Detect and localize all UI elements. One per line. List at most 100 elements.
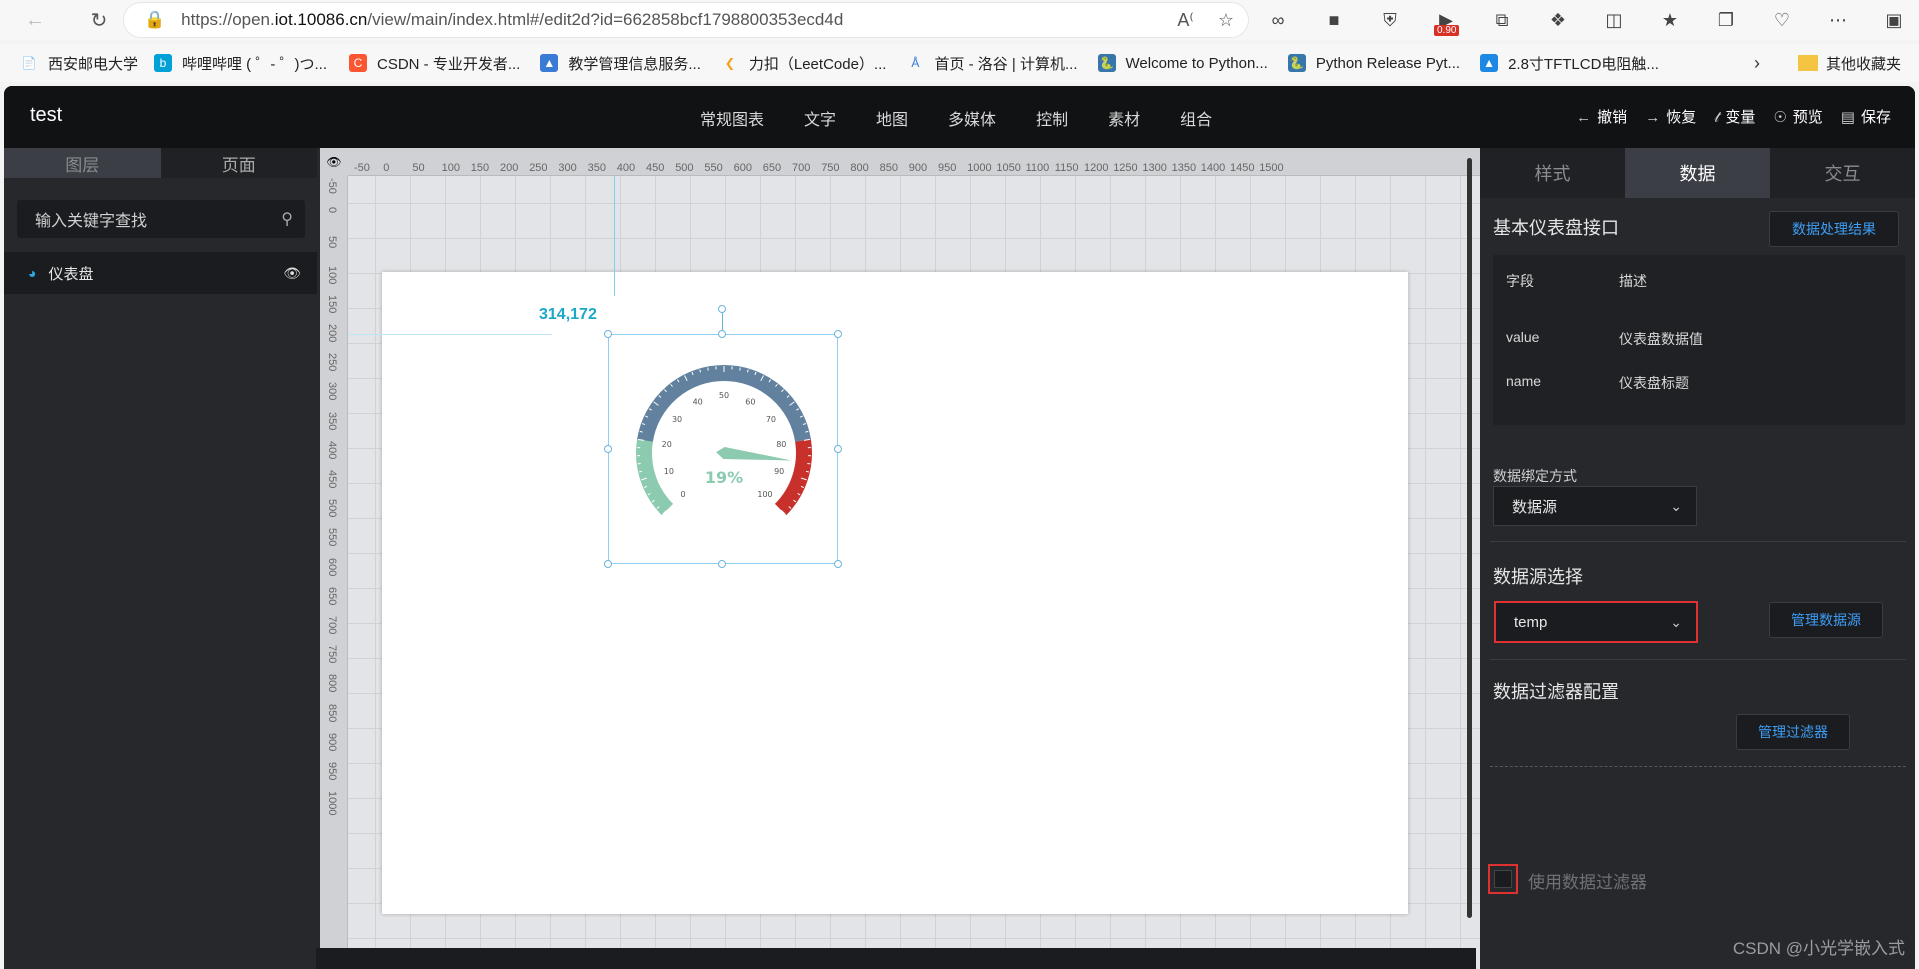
save-button[interactable]: ▤ 保存 bbox=[1841, 106, 1891, 127]
binding-select[interactable]: 数据源 ⌄ bbox=[1493, 486, 1697, 526]
bookmark-5[interactable]: Å 首页 - 洛谷 | 计算机... bbox=[906, 53, 1077, 74]
resize-handle-bl[interactable] bbox=[604, 560, 612, 568]
sidebar-toggle-icon[interactable]: ▣ bbox=[1880, 6, 1908, 34]
ruler-tick: 1000 bbox=[967, 162, 992, 174]
preview-button[interactable]: ☉ 预览 bbox=[1773, 106, 1822, 127]
source-select[interactable]: temp ⌄ bbox=[1494, 601, 1698, 643]
split-screen-icon[interactable]: ◫ bbox=[1600, 6, 1628, 34]
gauge-label: 50 bbox=[719, 391, 729, 400]
filter-title: 数据过滤器配置 bbox=[1493, 682, 1619, 702]
menu-common-charts[interactable]: 常规图表 bbox=[700, 106, 764, 130]
tab-data[interactable]: 数据 bbox=[1625, 148, 1770, 198]
bookmark-0[interactable]: 📄 西安邮电大学 bbox=[20, 53, 139, 74]
tab-pages[interactable]: 页面 bbox=[160, 148, 317, 178]
bilibili-icon: b bbox=[154, 54, 173, 72]
collections-icon[interactable]: ❐ bbox=[1712, 6, 1740, 34]
menu-control[interactable]: 控制 bbox=[1036, 106, 1068, 130]
rotate-handle[interactable] bbox=[718, 305, 726, 313]
other-bookmarks[interactable]: 其他收藏夹 bbox=[1797, 53, 1901, 74]
resize-handle-tl[interactable] bbox=[604, 330, 612, 338]
menu-map[interactable]: 地图 bbox=[876, 106, 908, 130]
back-icon[interactable]: ← bbox=[18, 3, 52, 37]
divider bbox=[1490, 659, 1906, 660]
tab-style[interactable]: 样式 bbox=[1480, 148, 1625, 198]
bookmark-8[interactable]: ▲ 2.8寸TFTLCD电阻触... bbox=[1480, 53, 1659, 74]
ruler-eye-icon[interactable]: 👁 bbox=[320, 148, 348, 176]
bookmark-2[interactable]: C CSDN - 专业开发者... bbox=[349, 53, 520, 74]
process-result-button[interactable]: 数据处理结果 bbox=[1769, 211, 1899, 247]
ruler-tick: 400 bbox=[616, 162, 636, 174]
bookmark-3[interactable]: ▲ 教学管理信息服务... bbox=[540, 53, 701, 74]
favorite-star-icon[interactable]: ☆ bbox=[1218, 10, 1234, 31]
undo-button[interactable]: ← 撤销 bbox=[1576, 106, 1627, 127]
address-bar[interactable]: 🔒 https://open. iot.10086.cn/view/main/in… bbox=[124, 3, 1248, 37]
bookmark-7[interactable]: 🐍 Python Release Pyt... bbox=[1287, 54, 1460, 72]
design-canvas[interactable]: -50 0 50 100 150 200 250 300 350 400 450 500 550 600 6… bbox=[320, 148, 1480, 969]
binding-value: 数据源 bbox=[1512, 498, 1558, 516]
ruler-tick: 650 bbox=[762, 162, 782, 174]
extensions-puzzle-icon[interactable]: ❖ bbox=[1544, 6, 1572, 34]
bookmarks-bar: 📄 西安邮电大学 b 哔哩哔哩 ( ゜- ゜)つ... C CSDN - 专业开… bbox=[0, 44, 1919, 82]
layer-label: 仪表盘 bbox=[48, 265, 94, 283]
page-board[interactable] bbox=[382, 272, 1408, 914]
ruler-tick: 100 bbox=[326, 265, 338, 284]
layer-item-gauge[interactable]: ◕ 仪表盘 👁 bbox=[4, 252, 317, 294]
resize-handle-tr[interactable] bbox=[834, 330, 842, 338]
extension-copy-icon[interactable]: ⧉ bbox=[1488, 6, 1516, 34]
gauge-icon: ◕ bbox=[28, 265, 37, 281]
refresh-icon[interactable]: ↻ bbox=[82, 3, 116, 37]
extension-play-icon[interactable]: ▶ 0.90 bbox=[1432, 6, 1460, 36]
csdn-icon: C bbox=[349, 54, 368, 72]
ruler-tick: 700 bbox=[792, 162, 811, 174]
ruler-tick: 450 bbox=[326, 470, 338, 489]
tab-layers[interactable]: 图层 bbox=[4, 148, 161, 178]
chevron-right-icon[interactable]: › bbox=[1754, 53, 1760, 74]
redo-button[interactable]: → 恢复 bbox=[1645, 106, 1696, 127]
ruler-tick: 0 bbox=[326, 207, 338, 214]
bookmark-6[interactable]: 🐍 Welcome to Python... bbox=[1097, 54, 1268, 72]
ruler-tick: 850 bbox=[879, 162, 898, 174]
layer-search-input[interactable]: 输入关键字查找 ⚲ bbox=[17, 200, 305, 238]
tab-interaction[interactable]: 交互 bbox=[1770, 148, 1915, 198]
folder-icon bbox=[1797, 55, 1818, 71]
variable-button[interactable]: 𝓉 变量 bbox=[1714, 106, 1755, 127]
resize-handle-bm[interactable] bbox=[718, 560, 726, 568]
ruler-tick: 250 bbox=[529, 162, 548, 174]
eye-icon[interactable]: 👁 bbox=[283, 265, 301, 282]
use-filter-checkbox[interactable] bbox=[1488, 864, 1518, 894]
extension-shield-icon[interactable]: ⛨ bbox=[1376, 6, 1404, 34]
menu-text[interactable]: 文字 bbox=[804, 106, 836, 130]
canvas-footer bbox=[316, 948, 1476, 969]
resize-handle-br[interactable] bbox=[834, 560, 842, 568]
bookmark-1[interactable]: b 哔哩哔哩 ( ゜- ゜)つ... bbox=[154, 53, 327, 74]
menu-material[interactable]: 素材 bbox=[1108, 106, 1140, 130]
save-label: 保存 bbox=[1860, 109, 1891, 126]
resize-handle-mr[interactable] bbox=[834, 445, 842, 453]
manage-filter-button[interactable]: 管理过滤器 bbox=[1736, 714, 1850, 750]
health-icon[interactable]: ♡ bbox=[1768, 6, 1796, 34]
read-aloud-icon[interactable]: A⁽ bbox=[1177, 10, 1193, 31]
ruler-tick: 1100 bbox=[1025, 162, 1050, 174]
layers-panel: 图层 页面 输入关键字查找 ⚲ ◕ 仪表盘 👁 bbox=[4, 148, 317, 969]
resize-handle-tm[interactable] bbox=[718, 330, 726, 338]
manage-source-button[interactable]: 管理数据源 bbox=[1769, 602, 1883, 638]
menu-group[interactable]: 组合 bbox=[1180, 106, 1212, 130]
menu-multimedia[interactable]: 多媒体 bbox=[948, 106, 996, 130]
more-icon[interactable]: ⋯ bbox=[1824, 6, 1852, 34]
table-cell-desc: 仪表盘数据值 bbox=[1619, 331, 1703, 347]
gauge-widget[interactable]: 0 10 20 30 40 50 60 70 80 90 100 19% bbox=[608, 334, 838, 564]
canvas-scrollbar-vertical[interactable] bbox=[1467, 158, 1472, 918]
ruler-tick: 900 bbox=[326, 732, 338, 752]
ruler-tick: 800 bbox=[326, 674, 338, 693]
extension-infinity-icon[interactable]: ∞ bbox=[1264, 6, 1292, 34]
extension-app-icon[interactable]: ■ bbox=[1320, 6, 1348, 34]
favorites-icon[interactable]: ★ bbox=[1656, 6, 1684, 34]
bookmark-4[interactable]: ❮ 力扣（LeetCode）... bbox=[721, 53, 887, 74]
ruler-tick: 1400 bbox=[1200, 162, 1226, 174]
bookmark-label: 2.8寸TFTLCD电阻触... bbox=[1508, 55, 1659, 73]
gauge-label: 100 bbox=[757, 490, 772, 499]
ruler-tick: 1250 bbox=[1113, 162, 1138, 174]
resize-handle-ml[interactable] bbox=[604, 445, 612, 453]
guide-line-horizontal bbox=[348, 334, 552, 335]
checkbox-box bbox=[1494, 870, 1512, 888]
